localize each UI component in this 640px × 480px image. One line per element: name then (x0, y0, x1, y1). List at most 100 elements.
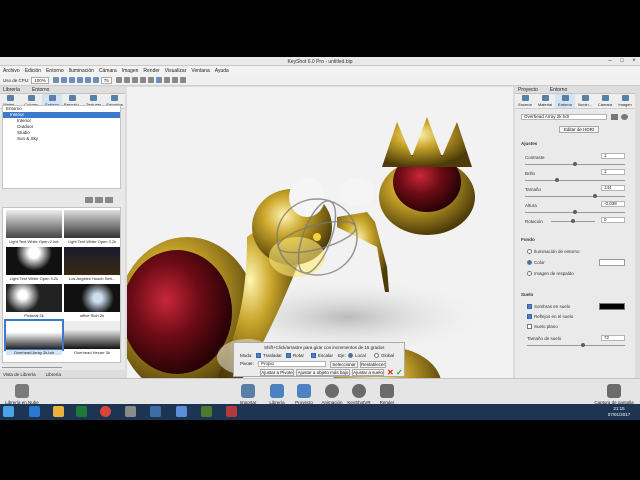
menu-render[interactable]: Render (143, 68, 159, 74)
slider-knob[interactable] (593, 194, 597, 198)
select-button[interactable]: Seleccionar (330, 361, 358, 368)
thumbnail[interactable] (6, 284, 62, 312)
tool-icon[interactable] (147, 77, 154, 83)
folder-icon[interactable] (53, 406, 64, 417)
contraste-input[interactable]: 1 (601, 153, 625, 159)
slider-knob[interactable] (571, 219, 575, 223)
app-icon[interactable] (226, 406, 237, 417)
tab-iluminacion[interactable]: Ilumin... (575, 94, 595, 108)
view-icon[interactable] (95, 197, 103, 203)
thumbnail[interactable] (6, 247, 62, 275)
tab-entorno-proj[interactable]: Entorno (550, 87, 568, 93)
brillo-input[interactable]: 1 (601, 169, 625, 175)
tab-proyecto[interactable]: Proyecto (518, 87, 538, 93)
confirm-icon[interactable]: ✓ (396, 369, 403, 377)
reset-icon[interactable] (621, 114, 628, 120)
view-icon[interactable] (85, 197, 93, 203)
zoom-select[interactable]: 75 (100, 76, 112, 84)
windows-start-icon[interactable] (3, 406, 14, 417)
close-icon[interactable]: × (628, 58, 640, 65)
rotacion-slider[interactable] (551, 219, 595, 223)
axis-local-radio[interactable] (348, 353, 353, 358)
slider-knob[interactable] (573, 210, 577, 214)
edit-hdri-button[interactable]: Editar de HDRI (559, 126, 599, 133)
ie-icon[interactable] (29, 406, 40, 417)
library-button[interactable]: Librería (262, 384, 292, 405)
environment-name-field[interactable]: Overhead Array 2k.hdr (521, 114, 607, 120)
menu-entorno[interactable]: Entorno (46, 68, 64, 74)
flat-ground-checkbox[interactable] (527, 324, 532, 329)
tab-imagen[interactable]: Imagen (615, 94, 635, 108)
menu-edicion[interactable]: Edición (25, 68, 41, 74)
cloud-library-button[interactable]: Librería en Nube (2, 384, 42, 405)
maximize-icon[interactable]: □ (616, 58, 628, 65)
shadow-color-swatch[interactable] (599, 303, 625, 310)
mode-rotate-checkbox[interactable] (286, 353, 291, 358)
thumbnail-selected[interactable] (4, 319, 64, 351)
tool-icon[interactable] (115, 77, 122, 83)
save-icon[interactable] (611, 114, 618, 120)
thumbnail-size-slider[interactable] (2, 367, 62, 368)
performance-icon[interactable] (68, 77, 75, 83)
tool-icon[interactable] (155, 77, 162, 83)
brillo-slider[interactable] (525, 178, 625, 182)
tab-libreria[interactable]: Librería (3, 87, 20, 93)
keyshotvr-button[interactable]: KeyShotVR (344, 384, 374, 405)
menu-camara[interactable]: Cámara (99, 68, 117, 74)
bg-image-radio[interactable] (527, 271, 532, 276)
tab-camara[interactable]: Cámara (595, 94, 615, 108)
thumbnail[interactable] (6, 210, 62, 238)
menu-visualizar[interactable]: Visualizar (165, 68, 187, 74)
ground-shadows-checkbox[interactable] (527, 304, 532, 309)
ground-reflections-checkbox[interactable] (527, 314, 532, 319)
screenshot-button[interactable]: Captura de pantalla (592, 384, 636, 405)
chrome-icon[interactable] (100, 406, 111, 417)
mode-translate-checkbox[interactable] (256, 353, 261, 358)
slider-knob[interactable] (555, 178, 559, 182)
project-button[interactable]: Proyecto (289, 384, 319, 405)
animation-button[interactable]: Animación (317, 384, 347, 405)
ground-size-slider[interactable] (527, 343, 625, 347)
pause-icon[interactable] (52, 77, 59, 83)
reset-button[interactable]: Restablecer (360, 361, 386, 368)
mode-scale-checkbox[interactable] (311, 353, 316, 358)
tab-entorno-active[interactable]: Entorno (555, 94, 575, 108)
minimize-icon[interactable]: – (604, 58, 616, 65)
tab-entorno[interactable]: Entorno (32, 87, 50, 93)
app-icon[interactable] (201, 406, 212, 417)
pivot-select[interactable]: Propio (258, 361, 326, 367)
menu-ayuda[interactable]: Ayuda (215, 68, 229, 74)
altura-slider[interactable] (525, 210, 625, 214)
tool-icon[interactable] (179, 77, 186, 83)
app-icon[interactable] (125, 406, 136, 417)
clock-date[interactable]: 07/01/2017 (604, 412, 634, 417)
slider-knob[interactable] (573, 162, 577, 166)
tool-icon[interactable] (131, 77, 138, 83)
snap-lowest-button[interactable]: Ajustar a objeto más bajo (296, 369, 350, 376)
tool-icon[interactable] (139, 77, 146, 83)
tool-icon[interactable] (171, 77, 178, 83)
rotacion-input[interactable]: 0 (601, 217, 625, 223)
import-button[interactable]: Importar (233, 384, 263, 405)
tab-material[interactable]: Material (535, 94, 555, 108)
crop-icon[interactable] (76, 77, 83, 83)
tool-icon[interactable] (123, 77, 130, 83)
section-suelo[interactable]: Suelo (521, 292, 533, 297)
menu-archivo[interactable]: Archivo (3, 68, 20, 74)
contraste-slider[interactable] (525, 162, 625, 166)
menu-imagen[interactable]: Imagen (122, 68, 139, 74)
snap-pivot-button[interactable]: Ajustar a Pivote (260, 369, 294, 376)
tree-item[interactable]: Sun & Sky (3, 136, 120, 142)
section-fondo[interactable]: Fondo (521, 237, 535, 242)
bg-color-swatch[interactable] (599, 259, 625, 266)
ground-size-input[interactable]: 72 (601, 335, 625, 341)
cpu-select[interactable]: 100% (31, 76, 49, 84)
slider-knob[interactable] (581, 343, 585, 347)
clock-time[interactable]: 21:15 (604, 406, 634, 411)
render-button[interactable]: Render (372, 384, 402, 405)
thumbnail[interactable] (64, 247, 120, 275)
menu-iluminacion[interactable]: Iluminación (69, 68, 94, 74)
keyshot-taskbar-icon[interactable] (176, 406, 187, 417)
thumbnail[interactable] (64, 321, 120, 349)
tamano-input[interactable]: 144 (601, 185, 625, 191)
